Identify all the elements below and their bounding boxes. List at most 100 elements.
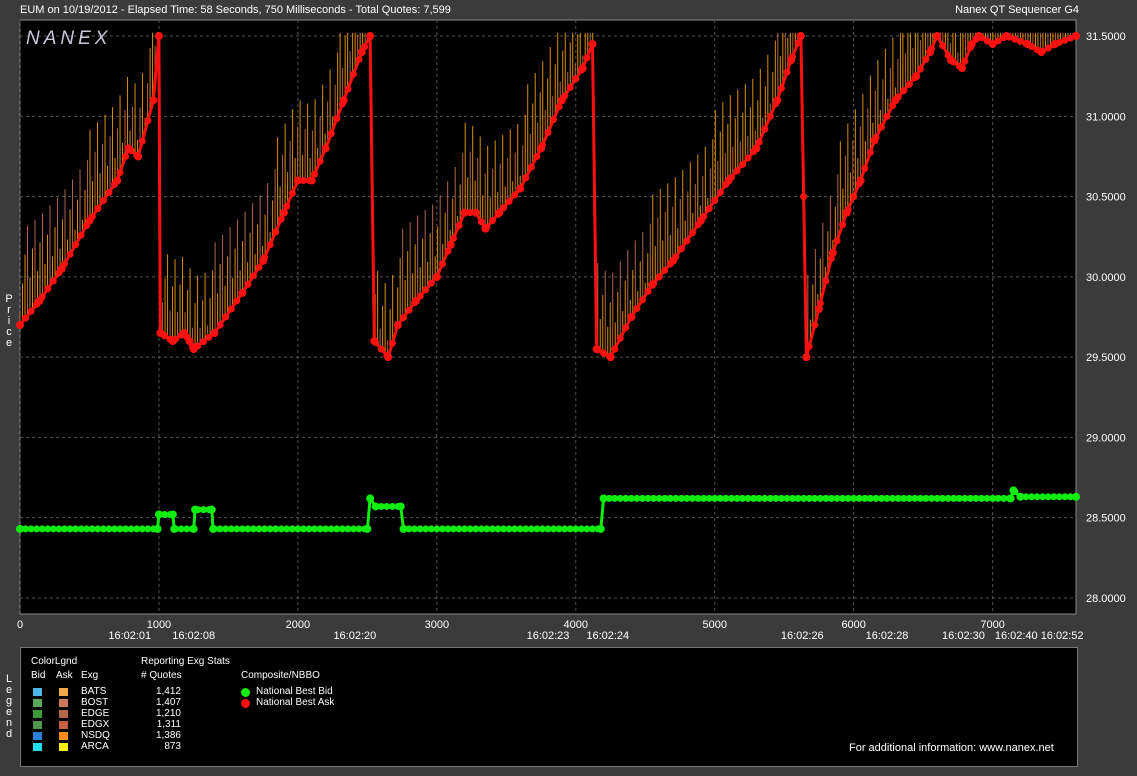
series-marker	[377, 345, 385, 353]
series-marker	[416, 292, 424, 300]
series-marker	[366, 32, 374, 40]
stats-title: Reporting Exg Stats	[141, 656, 230, 667]
series-marker	[344, 85, 352, 93]
col-ask: Ask	[56, 670, 73, 681]
series-marker	[266, 241, 274, 249]
series-marker	[511, 191, 519, 199]
series-marker	[333, 115, 341, 123]
nbbo-label: National Best Ask	[256, 697, 335, 708]
series-marker	[605, 352, 613, 360]
series-marker	[638, 296, 646, 304]
series-marker	[572, 75, 580, 83]
bid-swatch	[33, 732, 42, 740]
series-marker	[211, 329, 219, 337]
series-marker	[99, 197, 107, 205]
series-marker	[233, 297, 241, 305]
series-marker	[138, 137, 146, 145]
series-marker	[833, 237, 841, 245]
series-marker	[55, 269, 63, 277]
x-tick-label: 3000	[425, 619, 449, 631]
series-marker	[105, 189, 113, 197]
series-marker	[472, 209, 480, 217]
series-marker	[144, 117, 152, 125]
series-marker	[44, 285, 52, 293]
bid-swatch	[33, 688, 42, 696]
series-marker	[916, 65, 924, 73]
series-marker	[933, 32, 941, 40]
series-marker	[839, 221, 847, 229]
series-marker	[488, 217, 496, 225]
bid-swatch	[33, 710, 42, 718]
series-marker	[505, 197, 513, 205]
series-marker	[783, 68, 791, 76]
series-marker	[188, 525, 196, 533]
series-marker	[283, 202, 291, 210]
series-marker	[205, 506, 213, 514]
time-label: 16:02:52	[1041, 630, 1084, 640]
series-marker	[1066, 34, 1074, 42]
series-marker	[394, 321, 402, 329]
series-marker	[322, 144, 330, 152]
series-marker	[394, 502, 402, 510]
y-tick-label: 31.0000	[1086, 111, 1126, 123]
y-tick-label: 30.5000	[1086, 192, 1126, 204]
ask-swatch	[59, 743, 68, 751]
exchange-quote-count: 1,386	[155, 730, 181, 741]
series-marker	[944, 51, 952, 59]
series-marker	[77, 231, 85, 239]
series-marker	[961, 57, 969, 65]
legend-side-label: Legend	[2, 674, 16, 740]
series-marker	[222, 313, 230, 321]
exchange-name: ARCA	[81, 741, 109, 752]
series-marker	[622, 324, 630, 332]
exchange-quote-count: 1,311	[156, 719, 181, 730]
series-marker	[72, 241, 80, 249]
composite-title: Composite/NBBO	[241, 670, 320, 681]
time-label: 16:02:30	[942, 630, 985, 640]
col-bid: Bid	[31, 670, 46, 681]
ask-swatch	[59, 732, 68, 740]
series-marker	[133, 151, 141, 159]
series-marker	[244, 280, 252, 288]
series-marker	[66, 250, 74, 258]
series-marker	[722, 181, 730, 189]
series-marker	[927, 45, 935, 53]
series-marker	[661, 266, 669, 274]
series-marker	[183, 333, 191, 341]
footer-note: For additional information: www.nanex.ne…	[849, 742, 1054, 754]
series-marker	[911, 74, 919, 82]
series-marker	[116, 169, 124, 177]
time-label: 16:02:26	[781, 630, 824, 640]
series-marker	[1011, 488, 1019, 496]
series-marker	[850, 193, 858, 201]
series-marker	[750, 148, 758, 156]
series-marker	[594, 525, 602, 533]
series-marker	[261, 254, 269, 262]
series-marker	[38, 293, 46, 301]
series-marker	[450, 234, 458, 242]
series-marker	[110, 181, 118, 189]
series-marker	[705, 205, 713, 213]
time-label: 16:02:40	[995, 630, 1038, 640]
exchange-name: EDGX	[81, 719, 110, 730]
series-marker	[27, 307, 35, 315]
series-marker	[655, 273, 663, 281]
series-marker	[422, 286, 430, 294]
time-label: 16:02:20	[333, 630, 376, 640]
series-marker	[316, 157, 324, 165]
series-marker	[755, 138, 763, 146]
series-marker	[822, 277, 830, 285]
series-marker	[633, 304, 641, 312]
series-marker	[761, 125, 769, 133]
series-marker	[588, 40, 596, 48]
x-tick-label: 2000	[286, 619, 310, 631]
nbbo-dot	[241, 699, 250, 708]
series-marker	[544, 128, 552, 136]
series-marker	[522, 174, 530, 182]
series-marker	[405, 306, 413, 314]
series-marker	[516, 185, 524, 193]
bid-swatch	[33, 743, 42, 751]
series-marker	[216, 321, 224, 329]
exchange-name: NSDQ	[81, 730, 110, 741]
series-marker	[872, 134, 880, 142]
